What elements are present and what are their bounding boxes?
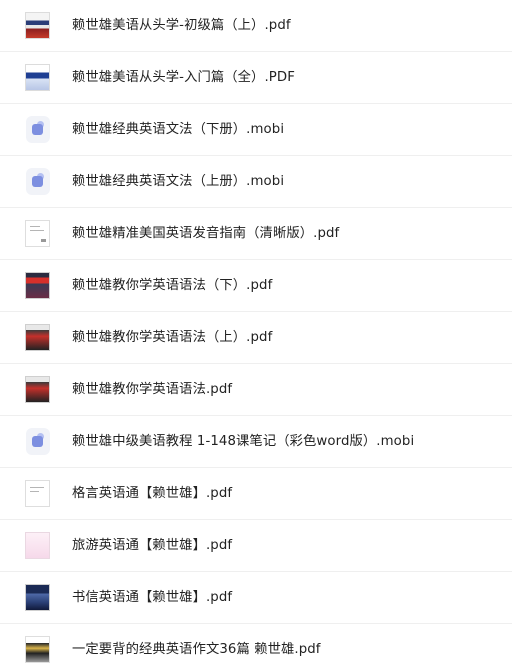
file-row[interactable]: 赖世雄精准美国英语发音指南（清晰版）.pdf [0,208,512,260]
file-row[interactable]: 一定要背的经典英语作文36篇 赖世雄.pdf [0,624,512,671]
book-cover-thumbnail [25,584,50,611]
book-cover-thumbnail [25,12,50,39]
book-cover-thumbnail [25,324,50,351]
file-name: 赖世雄教你学英语语法（下）.pdf [72,278,273,293]
file-name: 赖世雄教你学英语语法（上）.pdf [72,330,273,345]
file-row[interactable]: 赖世雄美语从头学-入门篇（全）.PDF [0,52,512,104]
file-name: 赖世雄经典英语文法（上册）.mobi [72,174,285,189]
file-name: 赖世雄经典英语文法（下册）.mobi [72,122,285,137]
file-row[interactable]: 书信英语通【赖世雄】.pdf [0,572,512,624]
mobi-file-icon [26,116,50,143]
file-name: 赖世雄教你学英语语法.pdf [72,382,233,397]
file-name: 书信英语通【赖世雄】.pdf [72,590,233,605]
mobi-file-icon [26,428,50,455]
file-row[interactable]: 赖世雄中级美语教程 1-148课笔记（彩色word版）.mobi [0,416,512,468]
file-row[interactable]: 赖世雄经典英语文法（上册）.mobi [0,156,512,208]
file-row[interactable]: 赖世雄美语从头学-初级篇（上）.pdf [0,0,512,52]
book-cover-thumbnail [25,272,50,299]
file-row[interactable]: 赖世雄教你学英语语法（下）.pdf [0,260,512,312]
file-name: 赖世雄精准美国英语发音指南（清晰版）.pdf [72,226,340,241]
book-cover-thumbnail [25,64,50,91]
file-row[interactable]: 旅游英语通【赖世雄】.pdf [0,520,512,572]
file-name: 一定要背的经典英语作文36篇 赖世雄.pdf [72,642,321,657]
file-name: 赖世雄中级美语教程 1-148课笔记（彩色word版）.mobi [72,434,415,449]
file-name: 旅游英语通【赖世雄】.pdf [72,538,233,553]
file-list: 赖世雄美语从头学-初级篇（上）.pdf 赖世雄美语从头学-入门篇（全）.PDF … [0,0,512,671]
file-name: 赖世雄美语从头学-初级篇（上）.pdf [72,18,291,33]
file-name: 格言英语通【赖世雄】.pdf [72,486,233,501]
book-cover-thumbnail [25,376,50,403]
file-row[interactable]: 赖世雄教你学英语语法.pdf [0,364,512,416]
file-row[interactable]: 赖世雄教你学英语语法（上）.pdf [0,312,512,364]
document-page-thumbnail [25,480,50,507]
file-row[interactable]: 赖世雄经典英语文法（下册）.mobi [0,104,512,156]
book-cover-thumbnail [25,636,50,663]
book-cover-thumbnail [25,532,50,559]
document-page-thumbnail [25,220,50,247]
mobi-file-icon [26,168,50,195]
file-row[interactable]: 格言英语通【赖世雄】.pdf [0,468,512,520]
file-name: 赖世雄美语从头学-入门篇（全）.PDF [72,70,295,85]
